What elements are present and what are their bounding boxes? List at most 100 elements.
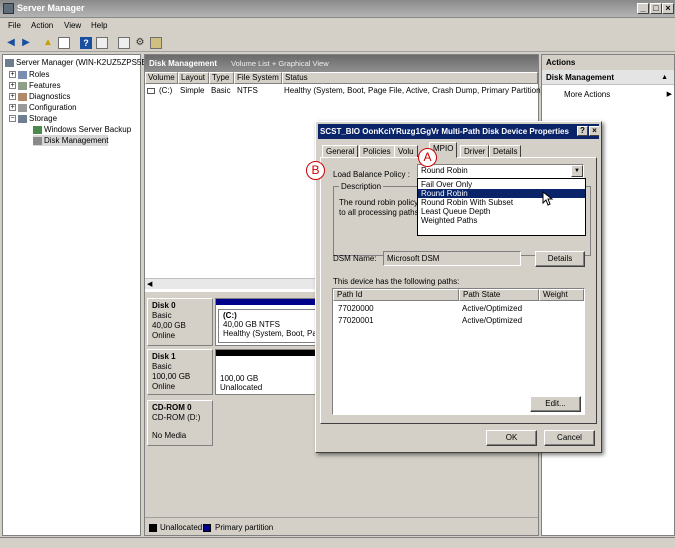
disk-0-label[interactable]: Disk 0 Basic 40,00 GB Online: [147, 298, 213, 346]
dialog-help-button[interactable]: ?: [577, 126, 588, 136]
server-manager-icon: [3, 3, 14, 14]
column-path-id[interactable]: Path Id: [333, 289, 459, 301]
navigation-tree: Server Manager (WIN-K2UZ5ZPS5E + Roles + F…: [2, 54, 147, 536]
tree-item-configuration[interactable]: + Configuration: [9, 102, 77, 113]
tree-item-windows-server-backup[interactable]: Windows Server Backup: [33, 124, 131, 135]
help-icon[interactable]: ?: [80, 37, 92, 49]
cell-layout: Simple: [180, 86, 205, 95]
mpio-properties-dialog: SCST_BIO OonKciYRuzg1GgVr Multi-Path Dis…: [315, 121, 602, 453]
status-bar: [0, 537, 675, 548]
dsm-label: DSM Name:: [333, 254, 377, 263]
option-round-robin-with-subset[interactable]: Round Robin With Subset: [418, 198, 585, 207]
menu-action[interactable]: Action: [31, 21, 53, 30]
close-button[interactable]: ×: [662, 3, 674, 14]
column-volume[interactable]: Volume: [145, 72, 178, 84]
tree-root[interactable]: Server Manager (WIN-K2UZ5ZPS5E: [5, 57, 147, 68]
cdrom-0-label[interactable]: CD-ROM 0 CD-ROM (D:) No Media: [147, 400, 213, 446]
drive-icon: [147, 88, 155, 94]
cell-type: Basic: [211, 86, 231, 95]
disk-1-size: 100,00 GB: [152, 372, 191, 381]
tree-item-storage[interactable]: − Storage: [9, 113, 57, 124]
mouse-pointer-icon: [542, 191, 554, 206]
option-weighted-paths[interactable]: Weighted Paths: [418, 216, 585, 225]
disk-1-label[interactable]: Disk 1 Basic 100,00 GB Online: [147, 349, 213, 395]
more-actions-link[interactable]: More Actions ▶: [564, 90, 672, 99]
column-status[interactable]: Status: [282, 72, 538, 84]
disk-0-volume[interactable]: (C:) 40,00 GB NTFS Healthy (System, Boot…: [215, 298, 319, 346]
tree-item-diagnostics[interactable]: + Diagnostics: [9, 91, 70, 102]
dropdown-arrow-icon[interactable]: ▼: [571, 165, 583, 177]
primary-swatch: [203, 524, 211, 532]
storage-icon: [18, 114, 27, 123]
menu-view[interactable]: View: [64, 21, 81, 30]
column-layout[interactable]: Layout: [178, 72, 209, 84]
disk-0-size: 40,00 GB: [152, 321, 186, 330]
disk-0-vol-size: 40,00 GB NTFS: [223, 320, 280, 329]
disk-1-volume[interactable]: 100,00 GB Unallocated: [215, 349, 319, 395]
cdrom-0-type: CD-ROM (D:): [152, 413, 201, 422]
load-balance-select[interactable]: Round Robin ▼: [417, 164, 584, 178]
collapse-icon[interactable]: ▲: [661, 70, 668, 85]
up-folder-icon[interactable]: ▲: [42, 37, 54, 49]
path-id: 77020000: [338, 304, 374, 313]
diagnostics-icon: [18, 92, 27, 101]
minimize-button[interactable]: _: [637, 3, 649, 14]
menu-file[interactable]: File: [8, 21, 21, 30]
actions-section[interactable]: Disk Management ▲: [542, 70, 674, 85]
forward-icon[interactable]: ▶: [20, 37, 32, 49]
option-fail-over-only[interactable]: Fail Over Only: [418, 180, 585, 189]
details-button[interactable]: Details: [535, 251, 585, 267]
configuration-icon: [18, 103, 27, 112]
dialog-title-bar: SCST_BIO OonKciYRuzg1GgVr Multi-Path Dis…: [318, 124, 599, 139]
description-text-2: to all processing paths.: [339, 208, 421, 217]
settings-icon[interactable]: ⚙: [134, 37, 146, 49]
tree-item-roles[interactable]: + Roles: [9, 69, 49, 80]
pane-header: Disk Management Volume List + Graphical …: [145, 55, 538, 72]
roles-icon: [18, 70, 27, 79]
unallocated-swatch: [149, 524, 157, 532]
column-file-system[interactable]: File System: [234, 72, 282, 84]
description-label: Description: [339, 182, 384, 191]
menu-help[interactable]: Help: [91, 21, 107, 30]
unallocated-bar: [216, 350, 318, 356]
tree-item-disk-management[interactable]: Disk Management: [33, 135, 109, 146]
path-state: Active/Optimized: [462, 304, 523, 313]
features-icon: [18, 81, 27, 90]
disk-management-icon: [33, 136, 42, 145]
maximize-button[interactable]: □: [650, 3, 662, 14]
tree-item-features[interactable]: + Features: [9, 80, 61, 91]
cdrom-0-state: No Media: [152, 431, 187, 440]
option-least-queue-depth[interactable]: Least Queue Depth: [418, 207, 585, 216]
dialog-close-button[interactable]: ×: [589, 126, 599, 136]
edit-button[interactable]: Edit...: [530, 396, 581, 412]
column-weight[interactable]: Weight: [539, 289, 584, 301]
cancel-button[interactable]: Cancel: [544, 430, 595, 446]
ok-button[interactable]: OK: [486, 430, 537, 446]
disk-1-name: Disk 1: [152, 352, 176, 361]
properties-icon[interactable]: [96, 37, 108, 49]
disk-1-type: Basic: [152, 362, 172, 371]
path-id: 77020001: [338, 316, 374, 325]
cell-status: Healthy (System, Boot, Page File, Active…: [284, 86, 544, 95]
scroll-left-icon[interactable]: ◀: [147, 280, 152, 288]
back-icon[interactable]: ◀: [5, 37, 17, 49]
export-icon[interactable]: [118, 37, 130, 49]
paths-label: This device has the following paths:: [333, 277, 460, 286]
title-bar: Server Manager _ □ ×: [0, 0, 675, 18]
disk-1-state: Online: [152, 382, 176, 391]
path-state: Active/Optimized: [462, 316, 523, 325]
dsm-name-field: Microsoft DSM: [383, 251, 521, 266]
actions-title: Actions: [542, 55, 674, 70]
callout-a: A: [418, 148, 437, 167]
primary-partition-bar: [216, 299, 318, 305]
show-hide-tree-icon[interactable]: [58, 37, 70, 49]
dialog-title: SCST_BIO OonKciYRuzg1GgVr Multi-Path Dis…: [320, 127, 569, 136]
rescan-icon[interactable]: [150, 37, 162, 49]
disk-0-type: Basic: [152, 311, 172, 320]
pane-subtitle: Volume List + Graphical View: [231, 59, 329, 68]
column-path-state[interactable]: Path State: [459, 289, 539, 301]
load-balance-options: Fail Over Only Round Robin Round Robin W…: [417, 178, 586, 236]
submenu-arrow-icon: ▶: [666, 91, 672, 98]
option-round-robin[interactable]: Round Robin: [418, 189, 585, 198]
column-type[interactable]: Type: [209, 72, 234, 84]
